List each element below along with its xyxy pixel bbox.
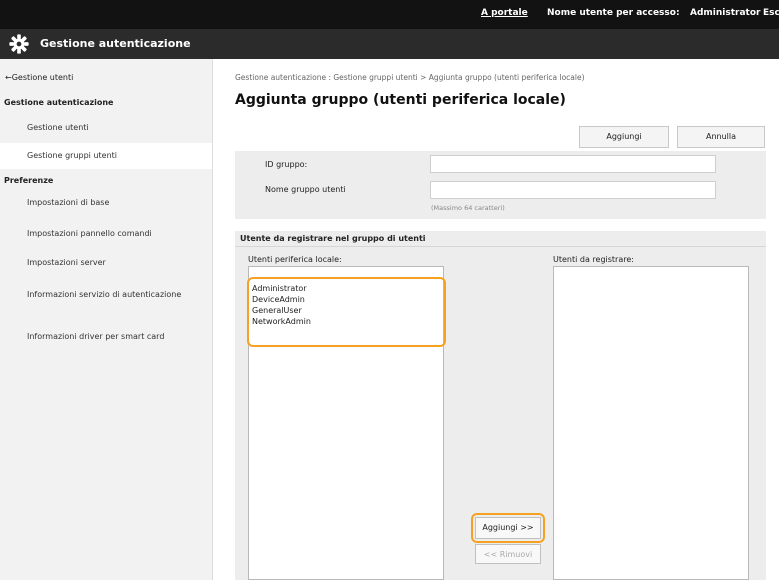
sidebar-item-smartcard-driver-info[interactable]: Informazioni driver per smart card: [0, 332, 212, 341]
user-registration-panel: Utente da registrare nel gruppo di utent…: [235, 231, 766, 580]
sidebar-item-groups[interactable]: Gestione gruppi utenti: [0, 143, 212, 169]
main-content: Gestione autenticazione : Gestione grupp…: [214, 59, 779, 580]
group-name-hint: (Massimo 64 caratteri): [431, 204, 505, 212]
sidebar-item-basic-settings[interactable]: Impostazioni di base: [0, 198, 212, 207]
local-users-header: Utenti periferica locale:: [248, 255, 342, 264]
sidebar-section-prefs: Preferenze: [4, 176, 54, 185]
group-name-field[interactable]: [430, 181, 716, 199]
users-to-register-header: Utenti da registrare:: [553, 255, 634, 264]
login-user-name: Administrator: [690, 8, 761, 18]
breadcrumb: Gestione autenticazione : Gestione grupp…: [235, 73, 585, 82]
gear-icon: [9, 34, 29, 54]
users-to-register-list[interactable]: [553, 266, 749, 580]
page-title: Aggiunta gruppo (utenti periferica local…: [235, 92, 566, 108]
sidebar-item-auth-service-info[interactable]: Informazioni servizio di autenticazione: [27, 287, 197, 302]
cancel-button[interactable]: Annulla: [677, 126, 765, 148]
registration-heading: Utente da registrare nel gruppo di utent…: [235, 231, 766, 247]
top-bar: A portale Nome utente per accesso: Admin…: [0, 0, 779, 29]
sidebar-section-auth: Gestione autenticazione: [4, 98, 114, 107]
logout-link[interactable]: Esc: [763, 8, 779, 18]
portal-link[interactable]: A portale: [481, 8, 528, 18]
group-form: ID gruppo: Nome gruppo utenti (Massimo 6…: [235, 151, 766, 219]
sidebar-item-server-settings[interactable]: Impostazioni server: [0, 258, 212, 267]
local-users-highlight: [247, 277, 446, 347]
sidebar-item-panel-settings[interactable]: Impostazioni pannello comandi: [0, 229, 212, 238]
group-name-label: Nome gruppo utenti: [265, 185, 346, 194]
sidebar-back-link[interactable]: ←Gestione utenti: [5, 73, 73, 82]
title-bar: Gestione autenticazione: [0, 29, 779, 59]
login-user-label: Nome utente per accesso:: [547, 8, 680, 18]
group-id-field[interactable]: [430, 155, 716, 173]
move-add-highlight: [471, 513, 545, 543]
sidebar-item-users[interactable]: Gestione utenti: [0, 115, 212, 141]
app-title: Gestione autenticazione: [40, 37, 191, 50]
group-id-label: ID gruppo:: [265, 160, 308, 169]
sidebar: ←Gestione utenti Gestione autenticazione…: [0, 59, 213, 580]
add-button[interactable]: Aggiungi: [579, 126, 669, 148]
move-remove-button[interactable]: << Rimuovi: [475, 544, 541, 564]
